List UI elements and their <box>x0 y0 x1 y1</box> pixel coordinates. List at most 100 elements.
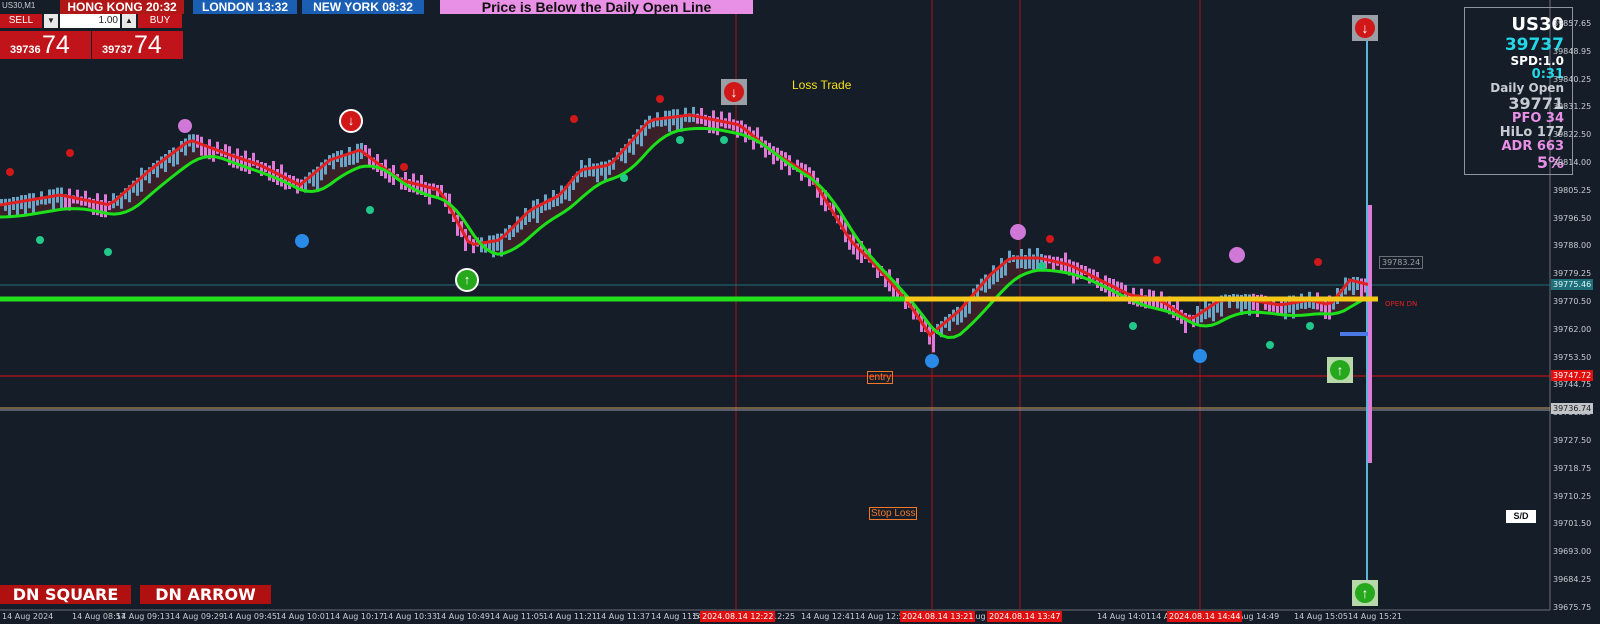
candle-bar <box>356 143 359 163</box>
price-axis-label: 39675.75 <box>1553 602 1592 612</box>
time-marker-label: 2024.08.14 14:44 <box>1167 611 1243 622</box>
symbol-info-panel: US30 39737 SPD:1.0 0:31 Daily Open 39771… <box>1464 7 1573 175</box>
time-axis-label: 14 Aug 09:29 <box>170 612 224 621</box>
sell-price-button[interactable]: 39736 74 <box>0 31 91 59</box>
up-arrow-icon: ↑ <box>455 268 479 292</box>
time-marker-label: 2024.08.14 13:21 <box>900 611 976 622</box>
info-spread: SPD:1.0 <box>1510 54 1564 68</box>
candle-bar <box>24 195 27 215</box>
alert-banner: Price is Below the Daily Open Line <box>440 0 753 14</box>
down-arrow-icon: ↓ <box>339 109 363 133</box>
candle-bar <box>720 111 723 127</box>
signal-dot <box>676 136 684 144</box>
signal-dot <box>1153 256 1161 264</box>
price-axis-label: 39805.25 <box>1553 185 1592 195</box>
candle-bar <box>676 109 679 132</box>
time-axis-label: 14 Aug 10:33 <box>383 612 437 621</box>
dn-arrow-button[interactable]: DN ARROW <box>140 585 271 604</box>
time-axis-label: 14 Aug 10:49 <box>436 612 490 621</box>
session-new-york: NEW YORK 08:32 <box>302 0 424 14</box>
signal-dot <box>1129 322 1137 330</box>
signal-dot <box>1314 258 1322 266</box>
down-arrow-icon: ↓ <box>1355 18 1375 38</box>
price-axis-label: 39762.00 <box>1553 324 1592 334</box>
signal-dot <box>366 206 374 214</box>
price-chart[interactable] <box>0 0 1600 624</box>
time-marker-label: 2024.08.14 12:22 <box>700 611 776 622</box>
signal-dot <box>178 119 192 133</box>
price-axis-label: 39710.25 <box>1553 491 1592 501</box>
signal-dot <box>295 234 309 248</box>
ask-price-small: 39737 <box>102 44 133 56</box>
candle-bar <box>668 110 671 132</box>
price-tag: 39736.74 <box>1551 403 1594 414</box>
stop-loss-label[interactable]: Stop Loss <box>869 507 918 520</box>
candle-bar <box>332 153 335 170</box>
price-axis-label: 39796.50 <box>1553 213 1592 223</box>
price-axis-label: 39822.50 <box>1553 130 1592 140</box>
candle-bar <box>288 175 291 189</box>
price-axis-label: 39753.50 <box>1553 352 1592 362</box>
session-london: LONDON 13:32 <box>193 0 297 14</box>
price-axis-label: 39727.50 <box>1553 436 1592 445</box>
signal-dot <box>36 236 44 244</box>
price-axis-label: 39684.25 <box>1553 575 1592 584</box>
signal-dot <box>1306 322 1314 330</box>
candle-bar <box>8 198 11 217</box>
time-marker-label: 2024.08.14 13:47 <box>987 611 1063 622</box>
signal-box-sell[interactable]: ↓ <box>721 79 747 105</box>
lot-decrease-button[interactable]: ▼ <box>44 14 58 28</box>
candle-bar <box>16 196 19 216</box>
time-axis-label: 12:25 <box>772 612 796 621</box>
signal-box-buy[interactable]: ↑ <box>1327 357 1353 383</box>
sd-button[interactable]: S/D <box>1506 510 1536 523</box>
price-tag: 39775.46 <box>1551 279 1594 290</box>
price-axis-label: 39718.75 <box>1553 463 1592 473</box>
time-axis-label: 14 Aug 11:05 <box>490 612 544 621</box>
candle-bar <box>348 147 351 165</box>
time-axis-label: 14 Aug 12:41 <box>801 612 855 621</box>
signal-dot <box>1229 247 1245 263</box>
signal-dot <box>720 136 728 144</box>
up-arrow-icon: ↑ <box>1355 583 1375 603</box>
lot-size-input[interactable]: 1.00 <box>60 14 120 28</box>
lot-increase-button[interactable]: ▲ <box>122 14 136 28</box>
signal-dot <box>1046 235 1054 243</box>
time-axis-label: 14 Aug 15:05 <box>1294 612 1348 621</box>
signal-dot <box>570 115 578 123</box>
signal-dot <box>620 174 628 182</box>
sell-button[interactable]: SELL <box>0 14 42 28</box>
candle-bar <box>536 199 539 223</box>
buy-price-button[interactable]: 39737 74 <box>92 31 183 59</box>
candle-bar <box>728 112 731 129</box>
time-axis-label: 14 Aug 11:37 <box>596 612 650 621</box>
bid-price-small: 39736 <box>10 44 41 56</box>
candle-bar <box>184 138 187 156</box>
entry-label[interactable]: entry <box>867 371 894 384</box>
candle-bar <box>52 189 55 210</box>
ask-price-big: 74 <box>134 31 162 59</box>
signal-box-buy[interactable]: ↑ <box>1352 580 1378 606</box>
buy-button[interactable]: BUY <box>138 14 182 28</box>
symbol-label: US30,M1 <box>2 1 36 10</box>
price-axis-label: 39779.25 <box>1553 269 1592 279</box>
price-axis-label: 39693.00 <box>1553 547 1592 557</box>
signal-dot <box>925 354 939 368</box>
time-axis-label: 14 Aug 11:21 <box>543 612 597 621</box>
bid-price-big: 74 <box>42 31 70 59</box>
up-arrow-icon: ↑ <box>1330 360 1350 380</box>
signal-dot <box>1266 341 1274 349</box>
one-click-trade-panel: SELL ▼ 1.00 ▲ BUY 39736 74 39737 74 <box>0 12 183 60</box>
time-axis-label: 14 Aug 10:01 <box>276 612 330 621</box>
candle-bar <box>296 178 299 194</box>
price-axis-label: 39840.25 <box>1553 74 1592 84</box>
signal-dot <box>66 149 74 157</box>
signal-box-sell[interactable]: ↓ <box>1352 15 1378 41</box>
down-arrow-icon: ↓ <box>724 82 744 102</box>
dn-square-button[interactable]: DN SQUARE <box>0 585 131 604</box>
time-axis-label: 14 Aug 09:45 <box>223 612 277 621</box>
price-axis-label: 39744.75 <box>1553 380 1592 390</box>
signal-dot <box>656 95 664 103</box>
time-axis-label: 14 Aug 09:13 <box>116 612 170 621</box>
candle-bar <box>592 163 595 177</box>
